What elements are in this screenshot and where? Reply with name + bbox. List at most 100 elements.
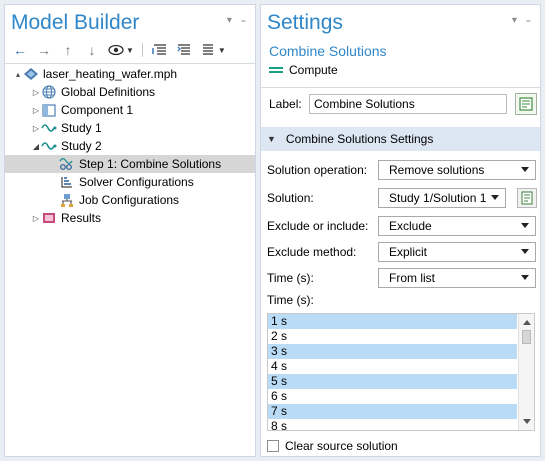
expand-toggle-icon[interactable]: ▷ [31, 106, 41, 115]
expand-toggle-icon[interactable]: ▷ [31, 124, 41, 133]
solution-operation-row: Solution operation: Remove solutions [267, 159, 537, 181]
chevron-down-icon [521, 275, 529, 280]
go-to-source-button[interactable] [517, 188, 537, 208]
chevron-down-icon [491, 195, 499, 200]
list-item[interactable]: 7 s [268, 404, 517, 419]
section-title: Combine Solutions Settings [285, 132, 434, 146]
clear-source-solution-row[interactable]: Clear source solution [267, 439, 398, 453]
collapse-icon[interactable] [151, 41, 169, 59]
results-icon [41, 210, 57, 226]
more-icon[interactable] [199, 41, 217, 59]
show-icon[interactable] [107, 41, 125, 59]
study-icon [41, 120, 57, 136]
model-builder-toolbar: ← → ↑ ↓ ▼ ▼ [11, 41, 226, 59]
solution-row: Solution: Study 1/Solution 1 [267, 187, 537, 209]
toolbar-divider [141, 43, 143, 57]
clear-source-solution-label: Clear source solution [285, 439, 398, 453]
job-icon [59, 192, 75, 208]
scroll-thumb[interactable] [522, 330, 531, 344]
compute-button[interactable]: Compute [269, 63, 338, 77]
list-item[interactable]: 2 s [268, 329, 517, 344]
panel-menu-icon[interactable]: ▾ ₌ [227, 15, 249, 26]
exclude-method-row: Exclude method: Explicit [267, 241, 537, 263]
forward-icon[interactable]: → [35, 41, 53, 59]
expand-icon[interactable] [175, 41, 193, 59]
more-dropdown-icon[interactable]: ▼ [218, 46, 226, 55]
panel-menu-icon[interactable]: ▾ ₌ [512, 15, 534, 26]
section-collapse-icon[interactable]: ▼ [267, 134, 276, 144]
tree-item-model-file[interactable]: ▴ laser_heating_wafer.mph [5, 65, 255, 83]
compute-label: Compute [289, 63, 338, 77]
list-item[interactable]: 4 s [268, 359, 517, 374]
tree-item-job-configurations[interactable]: Job Configurations [5, 191, 255, 209]
model-file-icon [23, 66, 39, 82]
solution-select[interactable]: Study 1/Solution 1 [378, 188, 506, 208]
scroll-up-icon[interactable] [523, 320, 531, 325]
model-tree: ▴ laser_heating_wafer.mph ▷ Global Defin… [5, 65, 255, 227]
time-value: From list [389, 271, 435, 285]
solution-label: Solution: [267, 191, 314, 205]
model-builder-panel: Model Builder ▾ ₌ ← → ↑ ↓ ▼ ▼ ▴ laser_he… [4, 4, 256, 457]
tree-item-results[interactable]: ▷ Results [5, 209, 255, 227]
list-item[interactable]: 1 s [268, 314, 517, 329]
time-row: Time (s): From list [267, 267, 537, 289]
tree-item-study-1[interactable]: ▷ Study 1 [5, 119, 255, 137]
exclude-method-value: Explicit [389, 245, 428, 259]
listbox-scrollbar[interactable] [518, 314, 534, 430]
solution-operation-select[interactable]: Remove solutions [378, 160, 536, 180]
time-select[interactable]: From list [378, 268, 536, 288]
chevron-down-icon [521, 167, 529, 172]
model-builder-title: Model Builder [11, 11, 140, 34]
expand-toggle-icon[interactable]: ▷ [31, 88, 41, 97]
collapse-toggle-icon[interactable]: ◢ [31, 142, 41, 151]
exclude-method-label: Exclude method: [267, 245, 357, 259]
label-row: Label: Combine Solutions [269, 93, 537, 115]
globe-icon [41, 84, 57, 100]
combine-solutions-icon [59, 156, 75, 172]
toolbar-divider-line [5, 63, 255, 64]
label-input[interactable]: Combine Solutions [309, 94, 507, 114]
time-listbox[interactable]: 1 s 2 s 3 s 4 s 5 s 6 s 7 s 8 s [267, 313, 535, 431]
list-item[interactable]: 3 s [268, 344, 517, 359]
compute-icon [269, 67, 283, 73]
component-icon [41, 102, 57, 118]
exclude-or-include-label: Exclude or include: [267, 219, 369, 233]
header-divider [261, 87, 540, 88]
exclude-or-include-row: Exclude or include: Exclude [267, 215, 537, 237]
tree-item-global-definitions[interactable]: ▷ Global Definitions [5, 83, 255, 101]
expand-toggle-icon[interactable]: ▷ [31, 214, 41, 223]
chevron-down-icon [521, 249, 529, 254]
edit-label-button[interactable] [515, 93, 537, 115]
node-subtitle: Combine Solutions [269, 43, 387, 59]
up-icon[interactable]: ↑ [59, 41, 77, 59]
study-icon [41, 138, 57, 154]
tree-item-step-1-combine-solutions[interactable]: Step 1: Combine Solutions [5, 155, 255, 173]
list-item[interactable]: 8 s [268, 419, 517, 430]
time-list-label: Time (s): [267, 293, 314, 307]
clear-source-solution-checkbox[interactable] [267, 440, 279, 452]
solution-operation-value: Remove solutions [389, 163, 485, 177]
solution-value: Study 1/Solution 1 [389, 191, 487, 205]
exclude-method-select[interactable]: Explicit [378, 242, 536, 262]
tree-item-study-2[interactable]: ◢ Study 2 [5, 137, 255, 155]
chevron-down-icon [521, 223, 529, 228]
settings-title: Settings [267, 11, 343, 34]
time-label: Time (s): [267, 271, 314, 285]
tree-item-component-1[interactable]: ▷ Component 1 [5, 101, 255, 119]
solver-icon [59, 174, 75, 190]
go-to-source-icon [521, 191, 533, 205]
list-item[interactable]: 5 s [268, 374, 517, 389]
label-field-label: Label: [269, 97, 302, 111]
exclude-or-include-select[interactable]: Exclude [378, 216, 536, 236]
down-icon[interactable]: ↓ [83, 41, 101, 59]
collapse-toggle-icon[interactable]: ▴ [13, 70, 23, 79]
solution-operation-label: Solution operation: [267, 163, 368, 177]
show-dropdown-icon[interactable]: ▼ [126, 46, 134, 55]
back-icon[interactable]: ← [11, 41, 29, 59]
scroll-down-icon[interactable] [523, 419, 531, 424]
combine-solutions-settings-section[interactable]: ▼ Combine Solutions Settings [261, 127, 540, 151]
tree-item-solver-configurations[interactable]: Solver Configurations [5, 173, 255, 191]
edit-label-icon [519, 97, 533, 111]
exclude-or-include-value: Exclude [389, 219, 432, 233]
list-item[interactable]: 6 s [268, 389, 517, 404]
